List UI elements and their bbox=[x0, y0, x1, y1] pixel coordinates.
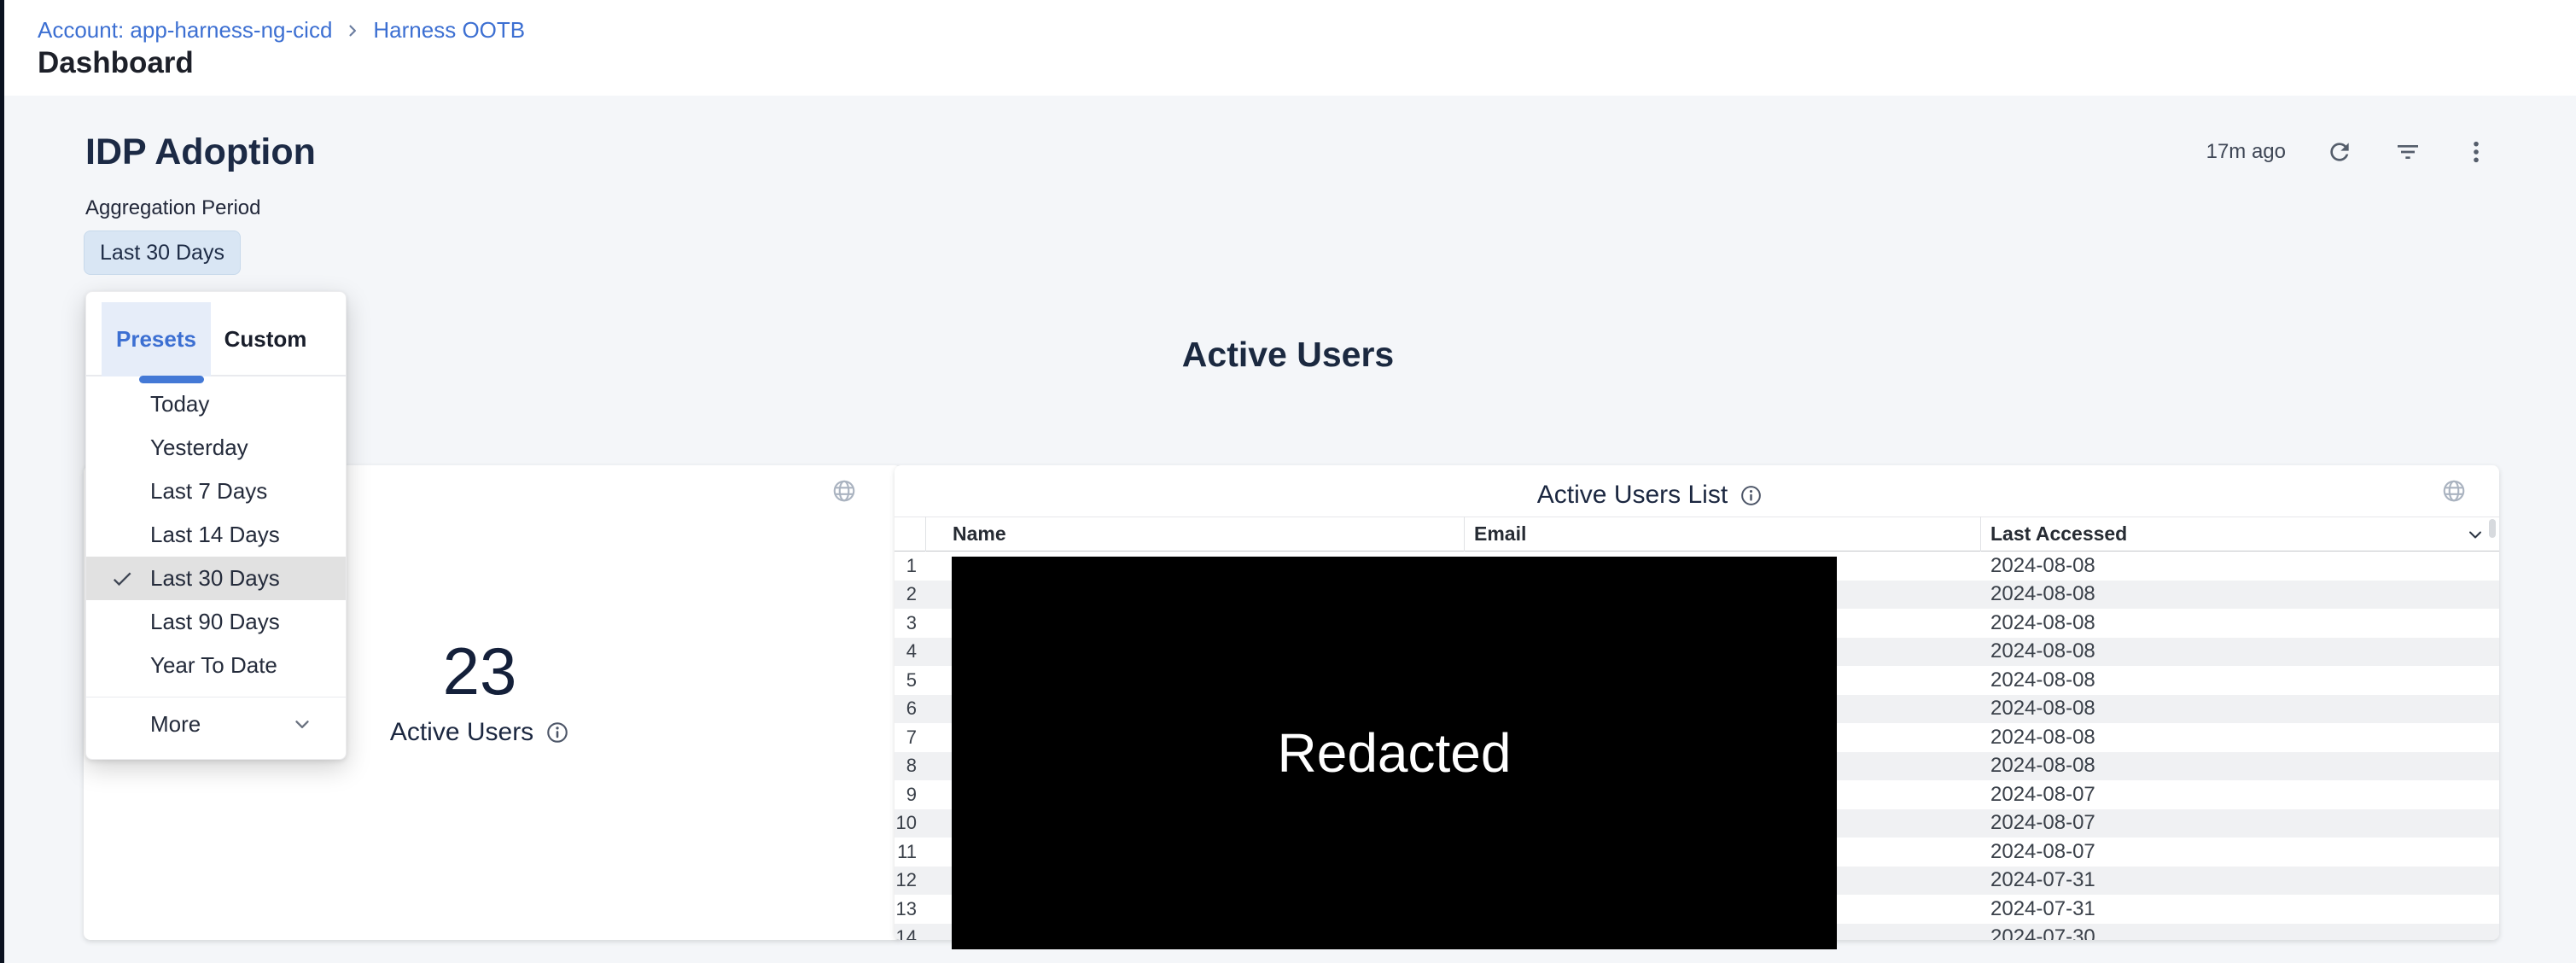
last-accessed-cell: 2024-08-07 bbox=[1980, 811, 2499, 835]
row-number-cell: 3 bbox=[895, 612, 925, 634]
row-number-cell: 12 bbox=[895, 869, 925, 891]
tab-presets-label: Presets bbox=[116, 326, 196, 353]
period-option-label: Last 90 Days bbox=[150, 609, 280, 635]
period-more-label: More bbox=[150, 711, 201, 738]
breadcrumb: Account: app-harness-ng-cicd Harness OOT… bbox=[38, 17, 525, 44]
info-icon[interactable] bbox=[545, 721, 569, 744]
aggregation-period-button[interactable]: Last 30 Days bbox=[84, 231, 241, 275]
breadcrumb-current-link[interactable]: Harness OOTB bbox=[373, 17, 525, 44]
redacted-label: Redacted bbox=[1278, 721, 1512, 785]
last-refreshed-text: 17m ago bbox=[2206, 140, 2286, 164]
check-icon bbox=[110, 567, 134, 591]
page-title: Dashboard bbox=[38, 46, 194, 80]
filter-icon[interactable] bbox=[2393, 137, 2422, 166]
kebab-menu-icon[interactable] bbox=[2462, 137, 2491, 166]
last-accessed-cell: 2024-07-31 bbox=[1980, 897, 2499, 921]
last-accessed-cell: 2024-08-08 bbox=[1980, 726, 2499, 750]
row-number-cell: 13 bbox=[895, 898, 925, 920]
period-option[interactable]: Yesterday bbox=[86, 426, 346, 470]
refresh-icon[interactable] bbox=[2325, 137, 2354, 166]
column-header-email[interactable]: Email bbox=[1464, 522, 1980, 546]
breadcrumb-chevron-icon bbox=[344, 22, 361, 39]
table-card-title: Active Users List bbox=[1537, 481, 1728, 510]
last-accessed-cell: 2024-08-08 bbox=[1980, 639, 2499, 663]
period-option[interactable]: Last 7 Days bbox=[86, 470, 346, 513]
row-number-cell: 4 bbox=[895, 640, 925, 662]
row-number-cell: 2 bbox=[895, 583, 925, 605]
row-number-cell: 1 bbox=[895, 555, 925, 577]
row-number-cell: 10 bbox=[895, 812, 925, 834]
period-option-label: Last 30 Days bbox=[150, 565, 280, 592]
period-option-label: Today bbox=[150, 391, 209, 417]
row-number-cell: 5 bbox=[895, 669, 925, 692]
row-number-cell: 7 bbox=[895, 727, 925, 749]
period-option[interactable]: Last 30 Days bbox=[86, 557, 346, 600]
globe-icon[interactable] bbox=[831, 478, 857, 504]
row-number-cell: 11 bbox=[895, 841, 925, 863]
last-accessed-cell: 2024-08-08 bbox=[1980, 754, 2499, 778]
tab-presets[interactable]: Presets bbox=[102, 302, 211, 376]
dashboard-toolbar: 17m ago bbox=[2206, 135, 2491, 169]
period-option[interactable]: Last 14 Days bbox=[86, 513, 346, 557]
last-accessed-cell: 2024-08-07 bbox=[1980, 783, 2499, 807]
period-option[interactable]: Today bbox=[86, 382, 346, 426]
last-accessed-cell: 2024-08-07 bbox=[1980, 840, 2499, 864]
chevron-down-icon bbox=[291, 713, 313, 735]
metric-label: Active Users bbox=[390, 718, 533, 747]
period-dropdown-tabs: Presets Custom bbox=[86, 292, 346, 376]
last-accessed-cell: 2024-08-08 bbox=[1980, 697, 2499, 721]
last-accessed-cell: 2024-08-08 bbox=[1980, 554, 2499, 578]
period-option-label: Yesterday bbox=[150, 435, 248, 461]
period-option[interactable]: Year To Date bbox=[86, 644, 346, 687]
last-accessed-cell: 2024-08-08 bbox=[1980, 611, 2499, 635]
tab-custom-label: Custom bbox=[224, 326, 307, 353]
period-option-label: Last 14 Days bbox=[150, 522, 280, 548]
last-accessed-cell: 2024-07-31 bbox=[1980, 868, 2499, 892]
left-nav-edge bbox=[0, 0, 4, 963]
chevron-down-icon[interactable] bbox=[2465, 524, 2486, 545]
column-header-name[interactable]: Name bbox=[925, 522, 1464, 546]
period-option[interactable]: Last 90 Days bbox=[86, 600, 346, 644]
period-dropdown: Presets Custom Today Yesterday La bbox=[85, 291, 347, 760]
dashboard-title: IDP Adoption bbox=[85, 131, 316, 173]
info-icon[interactable] bbox=[1740, 484, 1763, 507]
row-number-cell: 9 bbox=[895, 784, 925, 806]
last-accessed-cell: 2024-08-08 bbox=[1980, 582, 2499, 606]
breadcrumb-account-link[interactable]: Account: app-harness-ng-cicd bbox=[38, 17, 332, 44]
row-number-cell: 8 bbox=[895, 755, 925, 777]
table-card-title-row: Active Users List bbox=[895, 481, 2405, 510]
section-title-active-users: Active Users bbox=[0, 335, 2576, 375]
globe-icon[interactable] bbox=[2441, 478, 2467, 504]
row-number-cell: 6 bbox=[895, 697, 925, 720]
row-number-cell: 14 bbox=[895, 926, 925, 940]
table-header-row: Name Email Last Accessed bbox=[895, 517, 2499, 552]
period-option-label: Last 7 Days bbox=[150, 478, 267, 505]
period-option-label: Year To Date bbox=[150, 652, 277, 679]
tab-custom[interactable]: Custom bbox=[211, 302, 320, 376]
redacted-data-overlay: Redacted bbox=[952, 557, 1837, 949]
period-options-list: Today Yesterday Last 7 Days Last 14 Days bbox=[86, 376, 346, 687]
last-accessed-cell: 2024-07-30 bbox=[1980, 925, 2499, 940]
column-header-last-accessed[interactable]: Last Accessed bbox=[1980, 522, 2499, 546]
period-more-item[interactable]: More bbox=[86, 697, 346, 750]
last-accessed-cell: 2024-08-08 bbox=[1980, 668, 2499, 692]
table-scrollbar-thumb[interactable] bbox=[2489, 519, 2496, 538]
aggregation-period-label: Aggregation Period bbox=[85, 196, 260, 220]
